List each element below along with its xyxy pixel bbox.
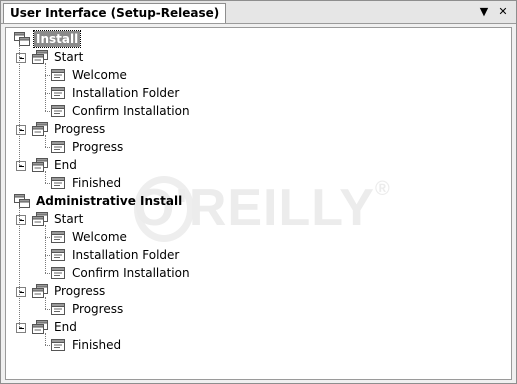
collapse-toggle-icon[interactable] [16, 287, 26, 297]
tree-connector [19, 45, 20, 165]
dialog-icon [50, 68, 66, 82]
tree-node-dialog[interactable]: Confirm Installation [70, 265, 192, 281]
tree-connector [45, 297, 46, 309]
tab-bar: User Interface (Setup-Release) ▼ ✕ [1, 1, 516, 24]
install-sequence-icon [14, 194, 30, 208]
dialog-icon [50, 266, 66, 280]
dialog-icon [50, 302, 66, 316]
dialog-icon [50, 338, 66, 352]
tree-connector [45, 135, 46, 147]
tree-node-install-start[interactable]: Start [52, 49, 85, 65]
ui-editor-window: User Interface (Setup-Release) ▼ ✕ O'REI… [0, 0, 517, 384]
tree-panel: O'REILLY® Install Start Welcome Installatio… [5, 27, 512, 380]
tree-node-admin-start[interactable]: Start [52, 211, 85, 227]
dialog-group-icon [32, 320, 48, 334]
dialog-group-icon [32, 158, 48, 172]
dialog-group-icon [32, 50, 48, 64]
tree-connector [45, 333, 46, 345]
tree-node-dialog[interactable]: Installation Folder [70, 85, 181, 101]
dialog-icon [50, 230, 66, 244]
tree-connector [45, 273, 50, 274]
tree-node-dialog[interactable]: Progress [70, 301, 125, 317]
tree-connector [45, 309, 50, 310]
tree-node-install[interactable]: Install [32, 30, 82, 48]
dialog-icon [50, 86, 66, 100]
tree-node-dialog[interactable]: Welcome [70, 67, 129, 83]
dialog-group-icon [32, 122, 48, 136]
install-sequence-icon [14, 32, 30, 46]
tree-connector [45, 63, 46, 111]
tree-node-admin-progress[interactable]: Progress [52, 283, 107, 299]
tree-node-admin[interactable]: Administrative Install [34, 193, 184, 209]
tree-connector [19, 219, 21, 220]
dialog-icon [50, 176, 66, 190]
tree-node-dialog[interactable]: Finished [70, 337, 123, 353]
close-icon[interactable]: ✕ [496, 5, 510, 19]
dialog-group-icon [32, 284, 48, 298]
dialog-icon [50, 248, 66, 262]
tree-connector [45, 171, 46, 183]
collapse-toggle-icon[interactable] [16, 53, 26, 63]
tree-connector [19, 129, 21, 130]
collapse-toggle-icon[interactable] [16, 323, 26, 333]
collapse-toggle-icon[interactable] [16, 125, 26, 135]
dropdown-arrow-icon[interactable]: ▼ [477, 5, 491, 19]
tree-connector [19, 207, 20, 327]
tree-connector [45, 111, 50, 112]
collapse-toggle-icon[interactable] [16, 215, 26, 225]
tree-connector [19, 291, 21, 292]
tree-node-dialog[interactable]: Welcome [70, 229, 129, 245]
dialog-group-icon [32, 212, 48, 226]
tree-node-dialog[interactable]: Finished [70, 175, 123, 191]
tree-node-install-progress[interactable]: Progress [52, 121, 107, 137]
dialog-icon [50, 104, 66, 118]
ui-sequence-tree: Install Start Welcome Installation Folder Co… [6, 28, 511, 379]
collapse-toggle-icon[interactable] [16, 161, 26, 171]
tree-node-admin-end[interactable]: End [52, 319, 79, 335]
dialog-icon [50, 140, 66, 154]
tree-node-dialog[interactable]: Progress [70, 139, 125, 155]
tree-node-install-end[interactable]: End [52, 157, 79, 173]
tree-node-dialog[interactable]: Confirm Installation [70, 103, 192, 119]
tree-node-dialog[interactable]: Installation Folder [70, 247, 181, 263]
tab-user-interface[interactable]: User Interface (Setup-Release) [3, 3, 227, 23]
tree-connector [45, 225, 46, 273]
tree-connector [45, 147, 50, 148]
tree-connector [45, 183, 50, 184]
tree-connector [19, 57, 21, 58]
tree-connector [19, 327, 21, 328]
tree-connector [19, 165, 21, 166]
tree-connector [45, 345, 50, 346]
